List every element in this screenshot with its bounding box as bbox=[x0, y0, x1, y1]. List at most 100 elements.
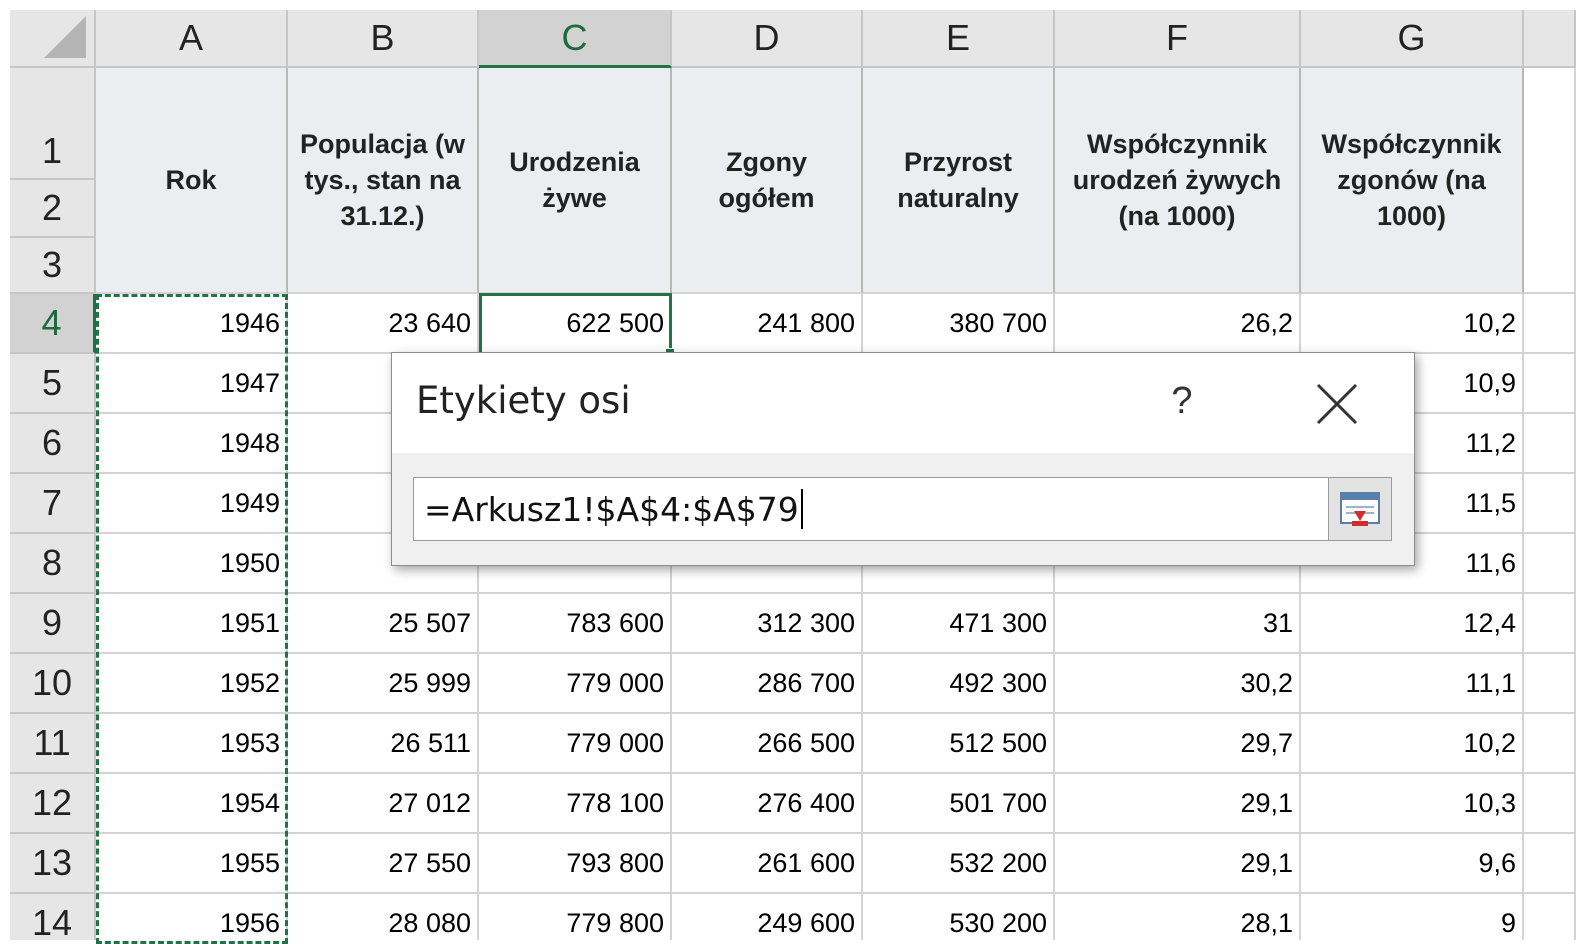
row-header-8[interactable]: 8 bbox=[10, 534, 96, 594]
header-przyrost[interactable]: Przyrost naturalny bbox=[863, 68, 1055, 294]
cell-f14[interactable]: 28,1 bbox=[1055, 894, 1301, 940]
column-header-b[interactable]: B bbox=[288, 10, 479, 68]
axis-range-input[interactable]: =Arkusz1!$A$4:$A$79 bbox=[413, 477, 1333, 541]
cell-a5[interactable]: 1947 bbox=[96, 354, 288, 414]
cell-g4[interactable]: 10,2 bbox=[1301, 294, 1524, 354]
header-wsp-zgonow[interactable]: Współczynnik zgonów (na 1000) bbox=[1301, 68, 1524, 294]
column-header-f[interactable]: F bbox=[1055, 10, 1301, 68]
cell-e14[interactable]: 530 200 bbox=[863, 894, 1055, 940]
cell-a10[interactable]: 1952 bbox=[96, 654, 288, 714]
column-header-e[interactable]: E bbox=[863, 10, 1055, 68]
column-header-d[interactable]: D bbox=[672, 10, 863, 68]
row-header-7[interactable]: 7 bbox=[10, 474, 96, 534]
row-header-4[interactable]: 4 bbox=[10, 294, 96, 354]
cell-g12[interactable]: 10,3 bbox=[1301, 774, 1524, 834]
header-populacja[interactable]: Populacja (w tys., stan na 31.12.) bbox=[288, 68, 479, 294]
row-header-14[interactable]: 14 bbox=[10, 894, 96, 940]
expand-dialog-button[interactable] bbox=[1328, 477, 1392, 541]
column-header-next[interactable] bbox=[1524, 10, 1576, 68]
cell-b13[interactable]: 27 550 bbox=[288, 834, 479, 894]
cell-b11[interactable]: 26 511 bbox=[288, 714, 479, 774]
cell-b10[interactable]: 25 999 bbox=[288, 654, 479, 714]
empty-header-cell[interactable] bbox=[1524, 68, 1576, 294]
row-header-3[interactable]: 3 bbox=[10, 238, 96, 294]
cell-h8[interactable] bbox=[1524, 534, 1576, 594]
cell-g14[interactable]: 9 bbox=[1301, 894, 1524, 940]
cell-g11[interactable]: 10,2 bbox=[1301, 714, 1524, 774]
cell-h6[interactable] bbox=[1524, 414, 1576, 474]
cell-b12[interactable]: 27 012 bbox=[288, 774, 479, 834]
header-rok[interactable]: Rok bbox=[96, 68, 288, 294]
select-all-corner[interactable] bbox=[10, 10, 96, 68]
cell-d13[interactable]: 261 600 bbox=[672, 834, 863, 894]
close-button[interactable] bbox=[1310, 377, 1364, 431]
row-header-12[interactable]: 12 bbox=[10, 774, 96, 834]
cell-d4[interactable]: 241 800 bbox=[672, 294, 863, 354]
cell-c13[interactable]: 793 800 bbox=[479, 834, 672, 894]
cell-h10[interactable] bbox=[1524, 654, 1576, 714]
column-header-c[interactable]: C bbox=[479, 10, 672, 68]
header-wsp-urodzen[interactable]: Współczynnik urodzeń żywych (na 1000) bbox=[1055, 68, 1301, 294]
cell-e11[interactable]: 512 500 bbox=[863, 714, 1055, 774]
column-header-g[interactable]: G bbox=[1301, 10, 1524, 68]
cell-h14[interactable] bbox=[1524, 894, 1576, 940]
cell-h9[interactable] bbox=[1524, 594, 1576, 654]
close-icon bbox=[1316, 383, 1358, 425]
row-header-11[interactable]: 11 bbox=[10, 714, 96, 774]
cell-h12[interactable] bbox=[1524, 774, 1576, 834]
help-button[interactable]: ? bbox=[1152, 371, 1212, 431]
cell-d9[interactable]: 312 300 bbox=[672, 594, 863, 654]
cell-a13[interactable]: 1955 bbox=[96, 834, 288, 894]
cell-f9[interactable]: 31 bbox=[1055, 594, 1301, 654]
cell-e9[interactable]: 471 300 bbox=[863, 594, 1055, 654]
cell-f4[interactable]: 26,2 bbox=[1055, 294, 1301, 354]
row-header-10[interactable]: 10 bbox=[10, 654, 96, 714]
cell-g13[interactable]: 9,6 bbox=[1301, 834, 1524, 894]
cell-b14[interactable]: 28 080 bbox=[288, 894, 479, 940]
cell-f12[interactable]: 29,1 bbox=[1055, 774, 1301, 834]
cell-g10[interactable]: 11,1 bbox=[1301, 654, 1524, 714]
cell-c11[interactable]: 779 000 bbox=[479, 714, 672, 774]
cell-c12[interactable]: 778 100 bbox=[479, 774, 672, 834]
cell-a7[interactable]: 1949 bbox=[96, 474, 288, 534]
cell-a8[interactable]: 1950 bbox=[96, 534, 288, 594]
cell-b9[interactable]: 25 507 bbox=[288, 594, 479, 654]
cell-e13[interactable]: 532 200 bbox=[863, 834, 1055, 894]
cell-a6[interactable]: 1948 bbox=[96, 414, 288, 474]
cell-g9[interactable]: 12,4 bbox=[1301, 594, 1524, 654]
cell-h7[interactable] bbox=[1524, 474, 1576, 534]
cell-d10[interactable]: 286 700 bbox=[672, 654, 863, 714]
row-header-2[interactable]: 2 bbox=[10, 180, 96, 238]
cell-a9[interactable]: 1951 bbox=[96, 594, 288, 654]
cell-d14[interactable]: 249 600 bbox=[672, 894, 863, 940]
cell-a14[interactable]: 1956 bbox=[96, 894, 288, 940]
cell-b4[interactable]: 23 640 bbox=[288, 294, 479, 354]
cell-h11[interactable] bbox=[1524, 714, 1576, 774]
row-header-6[interactable]: 6 bbox=[10, 414, 96, 474]
row-header-13[interactable]: 13 bbox=[10, 834, 96, 894]
cell-c9[interactable]: 783 600 bbox=[479, 594, 672, 654]
cell-h4[interactable] bbox=[1524, 294, 1576, 354]
cell-a4[interactable]: 1946 bbox=[96, 294, 288, 354]
cell-h5[interactable] bbox=[1524, 354, 1576, 414]
cell-a12[interactable]: 1954 bbox=[96, 774, 288, 834]
row-header-1[interactable]: 1 bbox=[10, 68, 96, 180]
cell-c10[interactable]: 779 000 bbox=[479, 654, 672, 714]
cell-a11[interactable]: 1953 bbox=[96, 714, 288, 774]
header-urodzenia[interactable]: Urodzenia żywe bbox=[479, 68, 672, 294]
cell-h13[interactable] bbox=[1524, 834, 1576, 894]
cell-d12[interactable]: 276 400 bbox=[672, 774, 863, 834]
cell-e12[interactable]: 501 700 bbox=[863, 774, 1055, 834]
column-header-a[interactable]: A bbox=[96, 10, 288, 68]
cell-d11[interactable]: 266 500 bbox=[672, 714, 863, 774]
cell-e10[interactable]: 492 300 bbox=[863, 654, 1055, 714]
cell-e4[interactable]: 380 700 bbox=[863, 294, 1055, 354]
cell-f11[interactable]: 29,7 bbox=[1055, 714, 1301, 774]
cell-c14[interactable]: 779 800 bbox=[479, 894, 672, 940]
row-header-5[interactable]: 5 bbox=[10, 354, 96, 414]
cell-f13[interactable]: 29,1 bbox=[1055, 834, 1301, 894]
row-header-9[interactable]: 9 bbox=[10, 594, 96, 654]
header-zgony[interactable]: Zgony ogółem bbox=[672, 68, 863, 294]
cell-f10[interactable]: 30,2 bbox=[1055, 654, 1301, 714]
cell-c4[interactable]: 622 500 bbox=[479, 294, 672, 354]
